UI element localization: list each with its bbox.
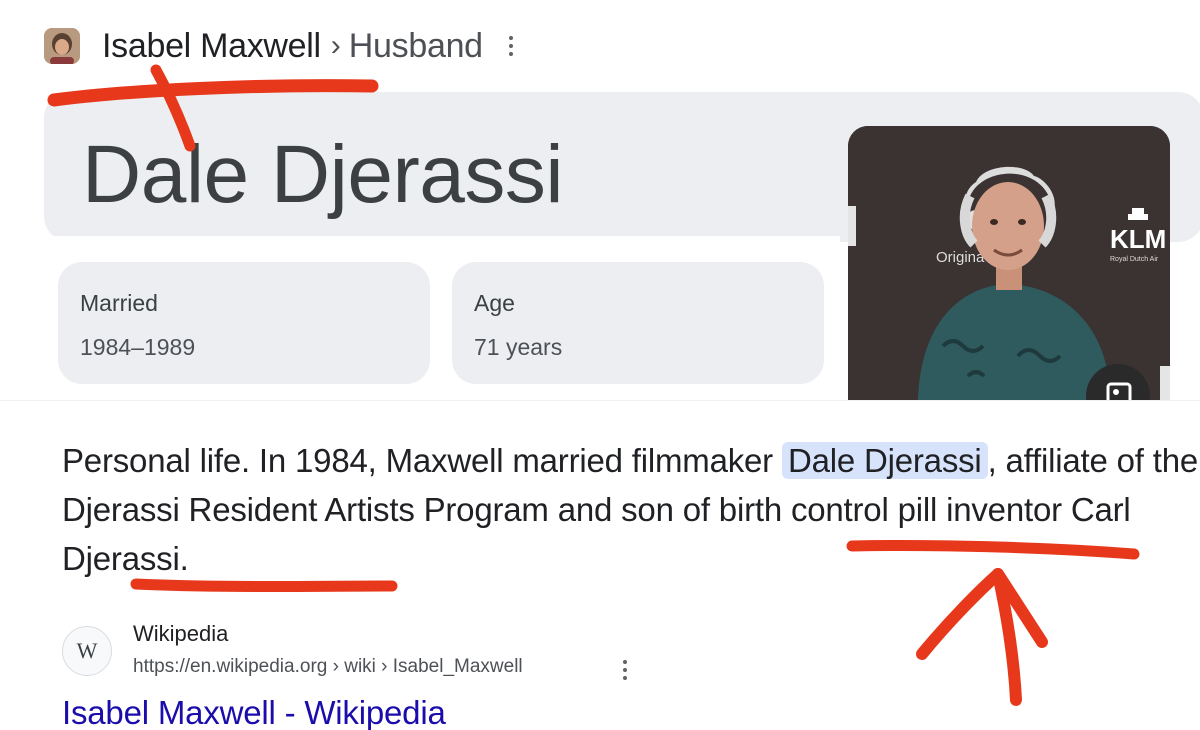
page-title: Dale Djerassi [82,129,564,220]
breadcrumb-entity[interactable]: Isabel Maxwell [102,27,321,66]
person-photo[interactable]: Origina KLM Royal Dutch Air [848,126,1170,400]
result-snippet: Personal life. In 1984, Maxwell married … [62,436,1200,583]
wikipedia-logo-icon[interactable]: W [62,626,112,676]
result-title-link[interactable]: Isabel Maxwell - Wikipedia [62,694,446,730]
breadcrumb-relation[interactable]: Husband [349,27,483,66]
fact-value: 71 years [474,334,563,360]
person-avatar[interactable] [44,28,80,64]
more-vert-icon[interactable] [623,660,629,680]
photo-brand-left: Origina [936,249,985,266]
fact-label: Married [80,290,158,316]
fact-chip-age[interactable]: Age 71 years [452,262,824,384]
photo-brand-right-sub: Royal Dutch Air [1110,256,1159,263]
result-source-name[interactable]: Wikipedia [133,621,228,647]
breadcrumb-separator: › [330,29,341,62]
result-url[interactable]: https://en.wikipedia.org › wiki › Isabel… [133,656,523,678]
fact-chip-married[interactable]: Married 1984–1989 [58,262,430,384]
more-vert-icon[interactable] [508,36,515,56]
fact-value: 1984–1989 [80,334,196,360]
fact-label: Age [474,290,515,316]
breadcrumb: Isabel Maxwell › Husband [44,26,515,66]
snippet-highlight: Dale Djerassi [781,442,988,479]
snippet-text-before: Personal life. In 1984, Maxwell married … [62,442,782,479]
photo-brand-right: KLM [1110,224,1166,254]
